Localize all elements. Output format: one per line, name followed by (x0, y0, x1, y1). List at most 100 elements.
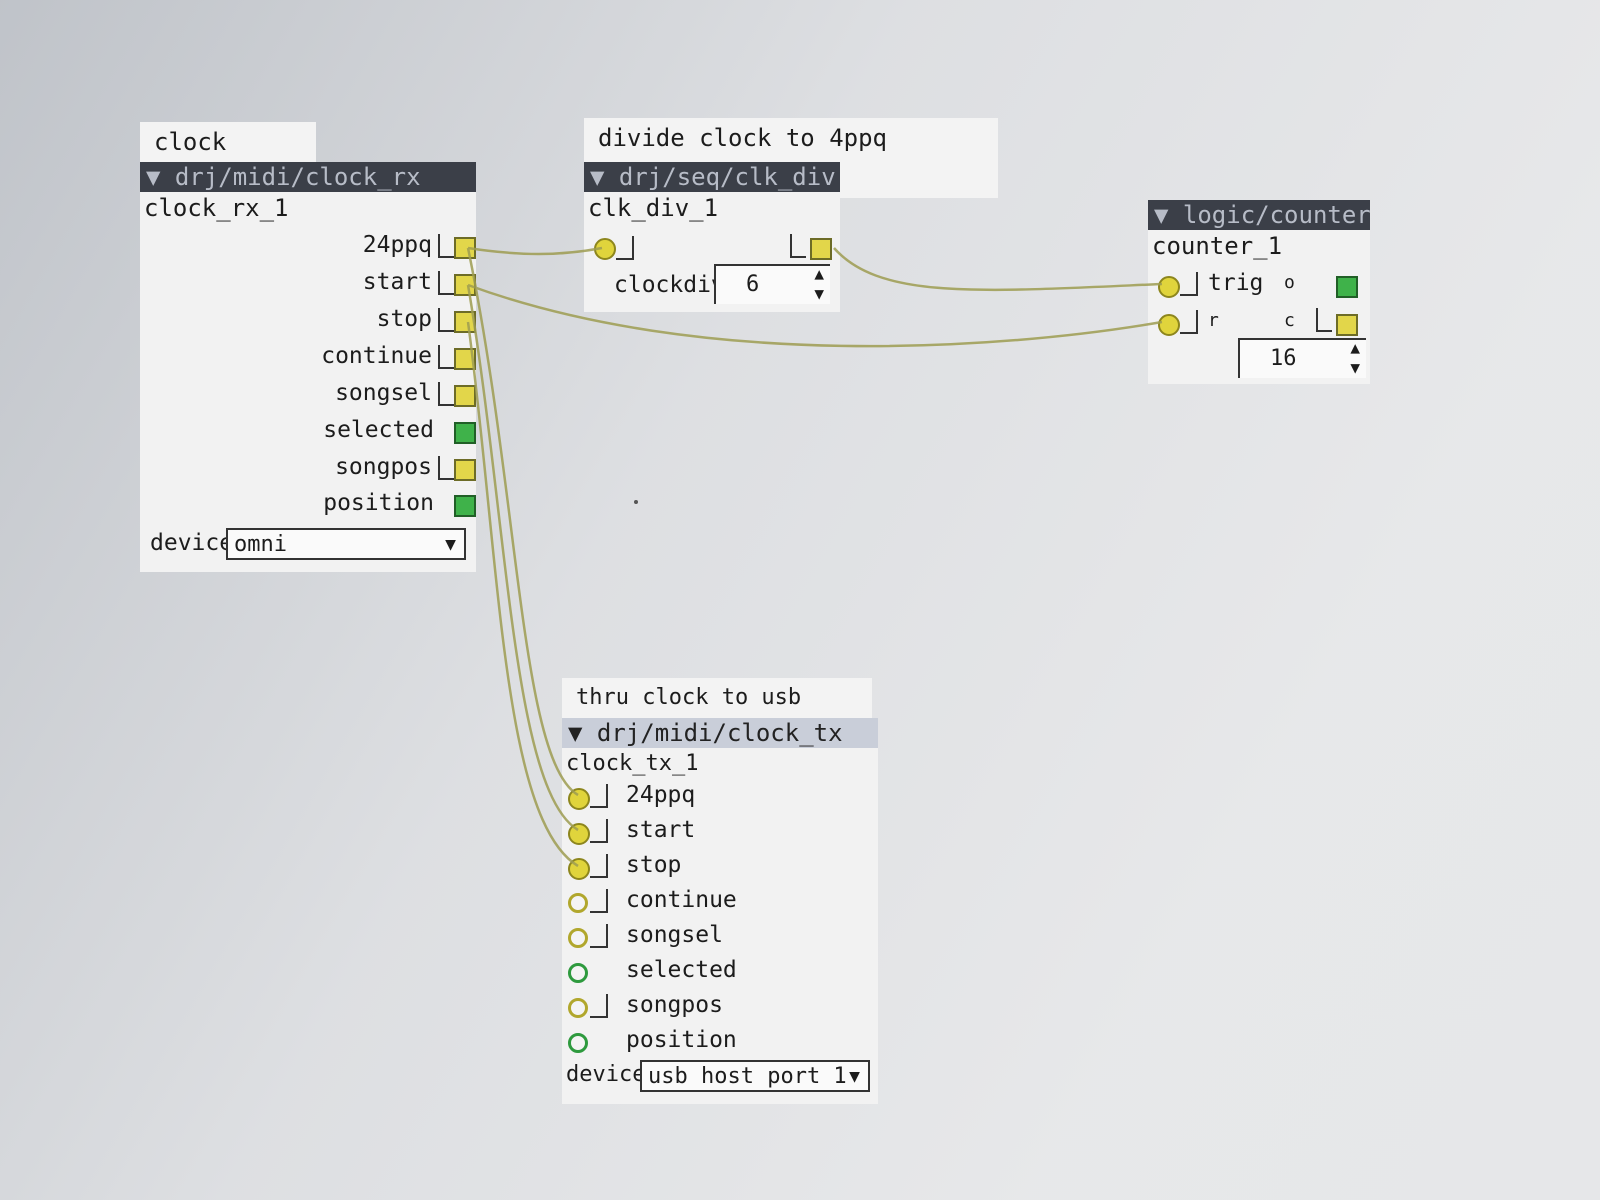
outlet-label-c: c (1284, 310, 1295, 331)
inlet-songsel[interactable] (568, 928, 588, 948)
device-dropdown[interactable]: omni ▼ (226, 528, 466, 560)
object-header[interactable]: ▼ drj/midi/clock_rx (140, 162, 476, 192)
inlet-continue[interactable] (568, 893, 588, 913)
clockdiv-spinbox[interactable]: 6 ▲ ▼ (714, 264, 830, 304)
counter-spinbox[interactable]: 16 ▲ ▼ (1238, 338, 1366, 378)
outlet-label: 24ppq (362, 232, 432, 258)
trigger-in-icon (590, 924, 608, 948)
trigger-out-icon (438, 455, 454, 480)
trigger-in-icon (590, 994, 608, 1018)
trigger-out-icon (790, 234, 806, 258)
inlet-label: selected (626, 957, 737, 983)
outlet-position[interactable] (454, 495, 476, 517)
outlet-label: position (323, 490, 434, 516)
inlet-label: songpos (626, 992, 723, 1018)
inlet-label: 24ppq (626, 782, 696, 808)
inlet-start[interactable] (568, 823, 590, 845)
outlet-row: songpos (335, 450, 454, 484)
param-label: clockdiv (614, 272, 725, 298)
chevron-down-icon: ▼ (849, 1066, 860, 1087)
inlet-songpos[interactable] (568, 998, 588, 1018)
wire-24ppq-to-clkdiv (467, 246, 603, 256)
trigger-in-icon (1180, 272, 1198, 296)
inlet-24ppq[interactable] (568, 788, 590, 810)
outlet-label: continue (321, 343, 432, 369)
outlet-c[interactable] (1336, 314, 1358, 336)
device-value: omni (234, 532, 287, 557)
outlet-o[interactable] (1336, 276, 1358, 298)
cursor-dot (634, 500, 638, 504)
inlet-label-r: r (1208, 310, 1219, 331)
instance-name[interactable]: clock_rx_1 (140, 192, 476, 224)
trigger-out-icon (438, 270, 454, 295)
outlet-row: songsel (335, 376, 454, 410)
trigger-out-icon (438, 233, 454, 258)
inlet-label: songsel (626, 922, 723, 948)
outlet-label-o: o (1284, 272, 1295, 293)
object-header[interactable]: ▼ drj/seq/clk_div (584, 162, 840, 192)
instance-name[interactable]: clock_tx_1 (562, 748, 878, 780)
device-label: device (566, 1062, 646, 1087)
instance-name[interactable]: clk_div_1 (584, 192, 840, 224)
trigger-out-icon (438, 381, 454, 406)
trigger-in-icon (590, 819, 608, 843)
outlet-selected[interactable] (454, 422, 476, 444)
outlet-label: selected (323, 417, 434, 443)
wire-clkdiv-to-counter-trig (833, 247, 1163, 292)
outlet-label: stop (376, 306, 432, 332)
outlet-songsel[interactable] (454, 385, 476, 407)
outlet-label: songpos (335, 454, 432, 480)
outlet-label: songsel (335, 380, 432, 406)
trigger-in-icon (590, 854, 608, 878)
collapse-icon[interactable]: ▼ (568, 719, 582, 747)
collapse-icon[interactable]: ▼ (590, 163, 604, 191)
chevron-down-icon: ▼ (445, 534, 456, 555)
inlet-position[interactable] (568, 1033, 588, 1053)
object-header[interactable]: ▼ logic/counter (1148, 200, 1370, 230)
spin-arrows-icon[interactable]: ▲ ▼ (1350, 338, 1360, 378)
clockdiv-value: 6 (746, 272, 760, 297)
trigger-in-icon (590, 889, 608, 913)
inlet-stop[interactable] (568, 858, 590, 880)
outlet-24ppq[interactable] (454, 237, 476, 259)
trigger-out-icon (1316, 308, 1332, 332)
spin-arrows-icon[interactable]: ▲ ▼ (814, 264, 824, 304)
object-type: drj/midi/clock_rx (174, 163, 421, 191)
object-clock-rx[interactable]: ▼ drj/midi/clock_rx clock_rx_1 24ppq sta… (140, 162, 476, 572)
outlet-row: start (363, 265, 454, 299)
outlet-row: selected (323, 413, 434, 447)
outlet-start[interactable] (454, 274, 476, 296)
object-counter[interactable]: ▼ logic/counter counter_1 trig o r c 16 … (1148, 200, 1370, 384)
patch-canvas[interactable]: clock input divide clock to 4ppq (16ths)… (0, 0, 1600, 1200)
inlet-label: position (626, 1027, 737, 1053)
object-header[interactable]: ▼ drj/midi/clock_tx (562, 718, 878, 748)
trigger-in-icon (1180, 310, 1198, 334)
inlet-r[interactable] (1158, 314, 1180, 336)
trigger-in-icon (590, 784, 608, 808)
outlet-stop[interactable] (454, 311, 476, 333)
object-type: drj/midi/clock_tx (596, 719, 843, 747)
outlet-trig[interactable] (810, 238, 832, 260)
trigger-in-icon (616, 236, 634, 260)
inlet-selected[interactable] (568, 963, 588, 983)
device-dropdown[interactable]: usb host port 1 ▼ (640, 1060, 870, 1092)
instance-name[interactable]: counter_1 (1148, 230, 1370, 262)
counter-value: 16 (1270, 346, 1297, 371)
collapse-icon[interactable]: ▼ (1154, 201, 1168, 229)
object-clk-div[interactable]: ▼ drj/seq/clk_div clk_div_1 clockdiv 6 ▲… (584, 162, 840, 312)
inlet-label: start (626, 817, 696, 843)
collapse-icon[interactable]: ▼ (146, 163, 160, 191)
inlet-trig[interactable] (1158, 276, 1180, 298)
trigger-out-icon (438, 344, 454, 369)
outlet-label: start (362, 269, 432, 295)
inlet-label: stop (626, 852, 682, 878)
outlet-continue[interactable] (454, 348, 476, 370)
object-clock-tx[interactable]: ▼ drj/midi/clock_tx clock_tx_1 24ppq sta… (562, 718, 878, 1104)
outlet-songpos[interactable] (454, 459, 476, 481)
outlet-row: continue (321, 339, 454, 373)
inlet-trig[interactable] (594, 238, 616, 260)
device-value: usb host port 1 (648, 1064, 847, 1089)
outlet-row: 24ppq (363, 228, 454, 262)
trigger-out-icon (438, 307, 454, 332)
outlet-row: stop (377, 302, 454, 336)
